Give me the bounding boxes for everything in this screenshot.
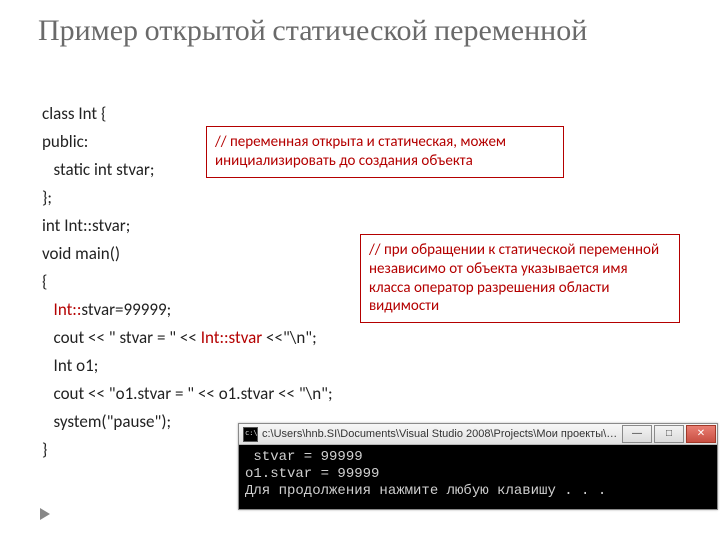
console-line: stvar = 99999 (245, 449, 363, 465)
console-title-path: c:\Users\hnb.SI\Documents\Visual Studio … (262, 428, 621, 440)
code-line: Int::stvar=99999; (42, 299, 171, 320)
code-line: { (42, 271, 47, 292)
console-app-icon (243, 427, 258, 442)
code-line: void main() (42, 243, 120, 264)
code-line: static int stvar; (42, 159, 154, 180)
minimize-button[interactable]: — (622, 425, 652, 443)
slide: Пример открытой статической переменной c… (0, 0, 720, 540)
code-line: int Int::stvar; (42, 215, 130, 236)
code-line: class Int { (42, 103, 106, 124)
code-line: public: (42, 131, 88, 152)
code-line: cout << " stvar = " << Int::stvar <<"\n"… (42, 327, 317, 348)
annotation-box-1: // переменная открыта и статическая, мож… (206, 126, 564, 178)
annotation-box-2: // при обращении к статической переменно… (360, 234, 680, 323)
slide-title: Пример открытой статической переменной (38, 14, 678, 49)
code-line: cout << "o1.stvar = " << o1.stvar << "\n… (42, 383, 333, 404)
console-line: Для продолжения нажмите любую клавишу . … (245, 483, 606, 499)
code-line: Int o1; (42, 355, 98, 376)
maximize-button[interactable]: □ (654, 425, 684, 443)
code-line: }; (42, 187, 52, 208)
window-buttons: — □ ✕ (621, 424, 717, 444)
code-line: } (42, 439, 47, 460)
console-line: o1.stvar = 99999 (245, 466, 379, 482)
slide-arrow-icon (40, 508, 50, 520)
code-line: system("pause"); (42, 411, 171, 432)
close-button[interactable]: ✕ (686, 425, 716, 443)
console-output: stvar = 99999 o1.stvar = 99999 Для продо… (239, 445, 717, 509)
console-window: c:\Users\hnb.SI\Documents\Visual Studio … (238, 423, 718, 510)
console-titlebar: c:\Users\hnb.SI\Documents\Visual Studio … (239, 424, 717, 445)
